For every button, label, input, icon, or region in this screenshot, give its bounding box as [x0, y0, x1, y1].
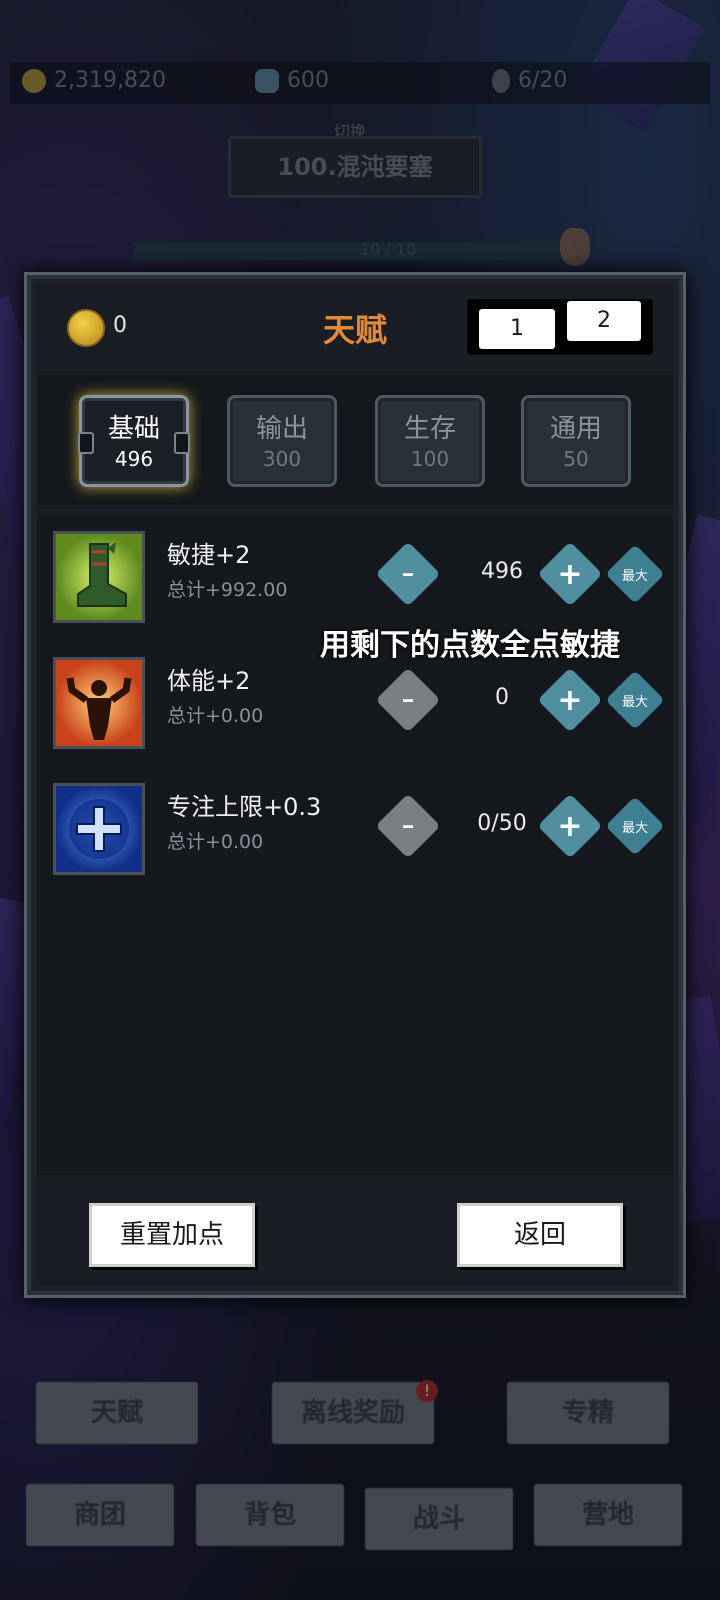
decrease-button[interactable]: ━	[375, 541, 441, 607]
talent-page-tab-2[interactable]: 2	[567, 301, 641, 341]
tab-general[interactable]: 通用 50	[521, 395, 631, 487]
decrease-button[interactable]: ━	[375, 793, 441, 859]
minus-icon: ━	[403, 816, 413, 836]
tab-frame-knob	[174, 432, 190, 454]
plus-cross-icon	[53, 783, 145, 875]
plus-icon: +	[557, 808, 583, 844]
stat-total: 总计+0.00	[167, 705, 264, 727]
plus-icon: +	[557, 556, 583, 592]
increase-button[interactable]: +	[537, 667, 603, 733]
tab-output[interactable]: 输出 300	[227, 395, 337, 487]
stat-name: 体能+2	[167, 667, 251, 695]
annotation-caption: 用剩下的点数全点敏捷	[320, 628, 620, 663]
stat-total: 总计+0.00	[167, 831, 264, 853]
stat-count: 0/50	[477, 811, 527, 836]
tab-basic[interactable]: 基础 496	[78, 395, 190, 487]
boot-icon	[53, 531, 145, 623]
tab-survival[interactable]: 生存 100	[375, 395, 485, 487]
decrease-button[interactable]: ━	[375, 667, 441, 733]
talent-page-tab-1[interactable]: 1	[479, 309, 555, 349]
talent-panel: 0 天赋 1 2 基础 496 输出 300 生存 100 通用 50 敏捷+2…	[24, 272, 686, 1298]
increase-button[interactable]: +	[537, 793, 603, 859]
talent-stat-list: 敏捷+2 总计+992.00 ━ 496 + 最大 体能+2 总计+0.00 ━…	[37, 515, 673, 1175]
stat-count: 0	[495, 685, 509, 710]
stat-name: 敏捷+2	[167, 541, 251, 569]
increase-button[interactable]: +	[537, 541, 603, 607]
tab-frame-knob	[78, 432, 94, 454]
stat-total: 总计+992.00	[167, 579, 288, 601]
max-button[interactable]: 最大	[605, 670, 665, 730]
reset-points-button[interactable]: 重置加点	[89, 1203, 255, 1267]
max-button[interactable]: 最大	[605, 544, 665, 604]
minus-icon: ━	[403, 564, 413, 584]
category-tabs: 基础 496 输出 300 生存 100 通用 50	[37, 375, 673, 505]
stat-row-focus-cap: 专注上限+0.3 总计+0.00 ━ 0/50 + 最大	[37, 773, 673, 875]
stat-count: 496	[481, 559, 523, 584]
minus-icon: ━	[403, 690, 413, 710]
muscle-icon	[53, 657, 145, 749]
plus-icon: +	[557, 682, 583, 718]
max-button[interactable]: 最大	[605, 796, 665, 856]
stat-row-agility: 敏捷+2 总计+992.00 ━ 496 + 最大	[37, 521, 673, 623]
talent-page-tabs: 1 2	[467, 299, 653, 355]
back-button[interactable]: 返回	[457, 1203, 623, 1267]
stat-name: 专注上限+0.3	[167, 793, 322, 821]
